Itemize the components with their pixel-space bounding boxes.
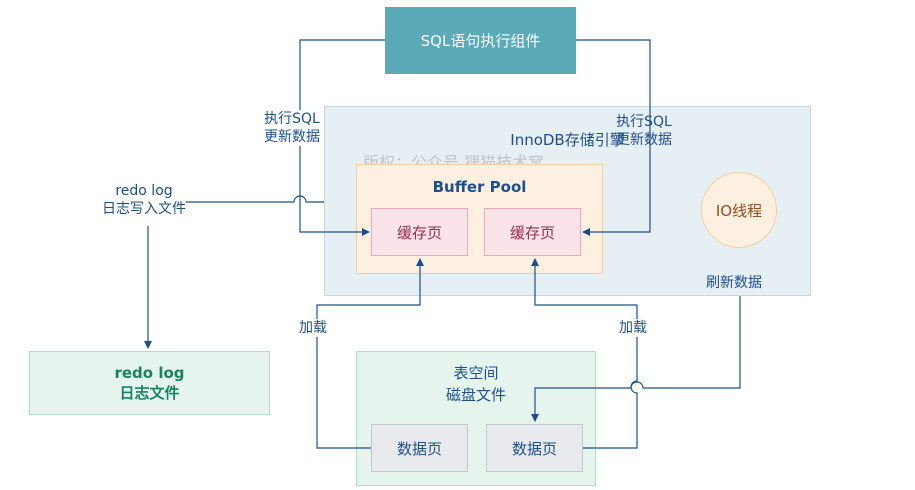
load-right-label: 加载 bbox=[619, 319, 647, 337]
exec-right-label-line2: 更新数据 bbox=[616, 132, 672, 148]
flush-label: 刷新数据 bbox=[706, 275, 762, 291]
exec-left-label: 执行SQL 更新数据 bbox=[264, 110, 320, 146]
load-left-connector bbox=[316, 258, 424, 449]
redo-write-label-line1: redo log bbox=[115, 183, 173, 199]
exec-left-label-line1: 执行SQL bbox=[264, 111, 320, 127]
redo-write-label-line2: 日志写入文件 bbox=[102, 201, 186, 217]
exec-right-label-line1: 执行SQL bbox=[616, 114, 672, 130]
connector-lines bbox=[144, 39, 741, 449]
load-right-connector bbox=[531, 258, 638, 449]
load-left-label: 加载 bbox=[299, 319, 327, 337]
exec-right-label: 执行SQL 更新数据 bbox=[616, 113, 672, 149]
redo-write-label: redo log 日志写入文件 bbox=[102, 182, 186, 218]
exec-left-label-line2: 更新数据 bbox=[264, 129, 320, 145]
